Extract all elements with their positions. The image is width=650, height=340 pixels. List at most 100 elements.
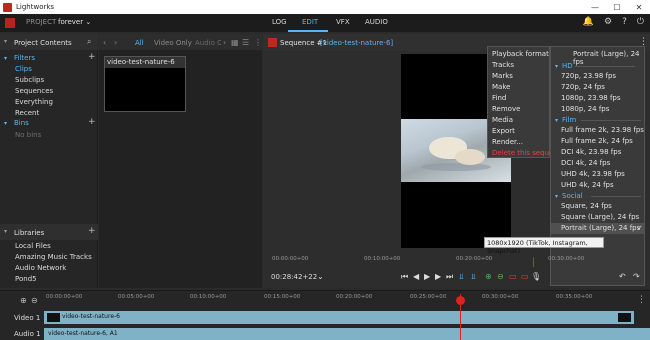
help-icon[interactable]: ? (622, 17, 627, 27)
menu-item-media[interactable]: Media (492, 116, 513, 124)
add-bin-icon[interactable]: + (88, 117, 96, 127)
delete-icon[interactable]: ▭ (521, 272, 529, 281)
insert-icon[interactable]: ⊕ (485, 272, 492, 281)
library-item-pond5[interactable]: Pond5 (15, 275, 37, 283)
filter-video-only-button[interactable]: Video Only (154, 39, 192, 47)
menu-item-render[interactable]: Render... (492, 138, 523, 146)
format-item-portrait-large-24[interactable]: Portrait (Large), 24 fps (551, 223, 644, 234)
track-label-audio-1[interactable]: Audio 1 (14, 330, 41, 338)
bin-menu-icon[interactable]: ⋮ (254, 38, 262, 47)
format-item-fullframe-2k-2398[interactable]: Full frame 2k, 23.98 fps (561, 126, 644, 134)
filters-label[interactable]: Filters (14, 54, 35, 62)
viewer-playhead[interactable] (533, 257, 534, 267)
timeline-clip-video[interactable]: video-test-nature-6 (44, 311, 634, 324)
bin-toolbar: ‹ › All Video Only Audio O › ▦ ☰ ⋮ (99, 34, 262, 50)
sidebar-item-sequences[interactable]: Sequences (15, 87, 53, 95)
add-filter-icon[interactable]: + (88, 52, 96, 62)
zoom-out-icon[interactable]: ⊖ (31, 296, 38, 305)
step-forward-icon[interactable]: ▶ (435, 272, 441, 281)
timecode-dropdown-icon[interactable]: ⌄ (317, 272, 324, 281)
format-item-square-24[interactable]: Square, 24 fps (561, 202, 612, 210)
overwrite-icon[interactable]: ⊖ (497, 272, 504, 281)
forward-icon[interactable]: › (114, 38, 117, 47)
grid-view-icon[interactable]: ▦ (231, 38, 239, 47)
library-item-amazing-music[interactable]: Amazing Music Tracks (15, 253, 92, 261)
menu-item-remove[interactable]: Remove (492, 105, 520, 113)
play-icon[interactable]: ▶ (424, 272, 430, 281)
skip-end-icon[interactable]: ⏭ (446, 272, 453, 282)
film-collapse-icon[interactable]: ▾ (555, 117, 558, 124)
format-item-1080p-24[interactable]: 1080p, 24 fps (561, 105, 609, 113)
format-item-square-large-24[interactable]: Square (Large), 24 fps (561, 213, 639, 221)
format-item-uhd-4k-2398[interactable]: UHD 4k, 23.98 fps (561, 170, 625, 178)
mark-out-icon[interactable]: ⫫ (471, 272, 476, 282)
bell-icon[interactable]: 🔔 (583, 17, 594, 27)
menu-item-export[interactable]: Export (492, 127, 515, 135)
list-view-icon[interactable]: ☰ (242, 38, 249, 47)
tab-audio[interactable]: AUDIO (365, 18, 388, 26)
window-titlebar: Lightworks — ☐ ✕ (0, 0, 650, 14)
bins-label[interactable]: Bins (14, 119, 29, 127)
format-item-720p-24[interactable]: 720p, 24 fps (561, 83, 605, 91)
ruler-tick: 00:00:00+00 (272, 256, 309, 262)
add-library-icon[interactable]: + (88, 226, 96, 236)
panel-collapse-icon[interactable]: ▾ (4, 38, 7, 45)
project-selector[interactable]: forever ⌄ (58, 18, 91, 26)
skip-start-icon[interactable]: ⏮ (401, 272, 408, 282)
sidebar-item-recent[interactable]: Recent (15, 109, 39, 117)
sidebar-item-subclips[interactable]: Subclips (15, 76, 44, 84)
viewer-ruler[interactable]: 00:00:00+00 00:10:00+00 00:20:00+00 00:3… (268, 256, 646, 268)
sidebar-item-everything[interactable]: Everything (15, 98, 53, 106)
menu-item-make[interactable]: Make (492, 83, 510, 91)
menu-item-find[interactable]: Find (492, 94, 506, 102)
timecode-display[interactable]: 00:28:42+22 (271, 273, 317, 281)
tab-edit[interactable]: EDIT (302, 18, 318, 26)
social-collapse-icon[interactable]: ▾ (555, 193, 558, 200)
minimize-button[interactable]: — (584, 0, 606, 14)
library-item-audio-network[interactable]: Audio Network (15, 264, 66, 272)
format-item-dci-4k-2398[interactable]: DCI 4k, 23.98 fps (561, 148, 621, 156)
library-item-local-files[interactable]: Local Files (15, 242, 51, 250)
menu-item-tracks[interactable]: Tracks (492, 61, 514, 69)
filter-all-button[interactable]: All (135, 39, 144, 47)
clip-name: video-test-nature-6 (105, 57, 185, 68)
filter-audio-only-button[interactable]: Audio O (195, 39, 221, 47)
track-label-video-1[interactable]: Video 1 (14, 314, 40, 322)
bins-collapse-icon[interactable]: ▾ (4, 120, 7, 127)
remove-icon[interactable]: ▭ (509, 272, 517, 281)
timeline-clip-audio[interactable]: video-test-nature-6, A1 (44, 328, 650, 340)
mark-in-icon[interactable]: ⫫ (459, 272, 464, 282)
menu-item-marks[interactable]: Marks (492, 72, 513, 80)
format-item-720p-2398[interactable]: 720p, 23.98 fps (561, 72, 616, 80)
clip-end-thumb (618, 313, 631, 322)
playhead-handle[interactable] (456, 296, 465, 305)
undo-icon[interactable]: ↶ (619, 272, 626, 281)
format-item-fullframe-2k-24[interactable]: Full frame 2k, 24 fps (561, 137, 633, 145)
tab-vfx[interactable]: VFX (336, 18, 350, 26)
back-icon[interactable]: ‹ (103, 38, 106, 47)
format-item-1080p-2398[interactable]: 1080p, 23.98 fps (561, 94, 621, 102)
format-item-dci-4k-24[interactable]: DCI 4k, 24 fps (561, 159, 610, 167)
maximize-button[interactable]: ☐ (606, 0, 628, 14)
no-bins-text: No bins (15, 131, 42, 139)
menu-item-delete-sequence[interactable]: Delete this sequence (492, 149, 550, 157)
gear-icon[interactable]: ⚙ (604, 17, 612, 27)
format-item-uhd-4k-24[interactable]: UHD 4k, 24 fps (561, 181, 614, 189)
power-icon[interactable]: ⏻ (637, 17, 644, 27)
microphone-icon[interactable]: 🎙 (531, 272, 541, 281)
filters-collapse-icon[interactable]: ▾ (4, 55, 7, 62)
timeline-ruler[interactable]: 00:00:00+00 00:05:00+00 00:10:00+00 00:1… (44, 294, 650, 306)
tab-log[interactable]: LOG (272, 18, 287, 26)
libraries-collapse-icon[interactable]: ▾ (4, 228, 7, 235)
close-button[interactable]: ✕ (628, 0, 650, 14)
scroll-right-icon[interactable]: › (223, 38, 226, 47)
step-back-icon[interactable]: ◀ (413, 272, 419, 281)
sequence-context-menu: Playback format Tracks Marks Make Find R… (487, 46, 550, 158)
hd-collapse-icon[interactable]: ▾ (555, 63, 558, 70)
zoom-in-icon[interactable]: ⊕ (20, 296, 27, 305)
menu-item-playback-format[interactable]: Playback format (492, 50, 549, 58)
clip-thumbnail[interactable]: video-test-nature-6 (104, 56, 186, 112)
search-icon[interactable]: ⌕ (87, 37, 91, 47)
redo-icon[interactable]: ↷ (633, 272, 640, 281)
sidebar-item-clips[interactable]: Clips (15, 65, 32, 73)
